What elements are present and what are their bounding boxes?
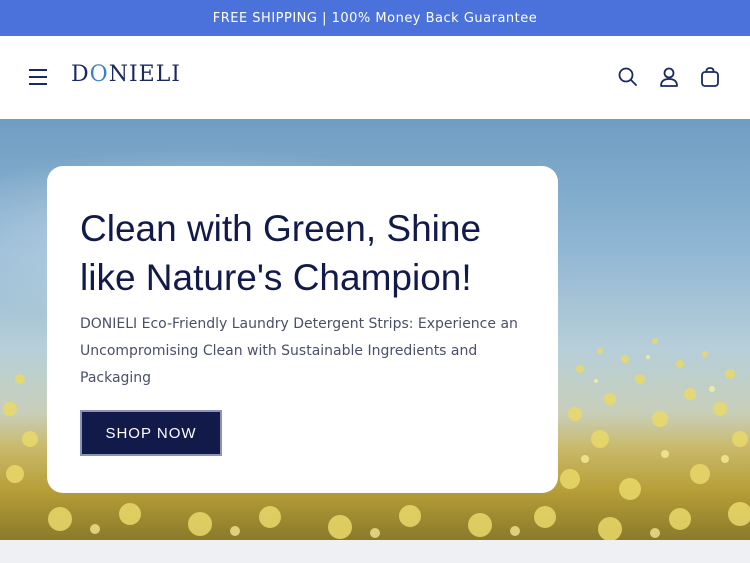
logo-letters-rest: NIELI xyxy=(108,62,181,87)
announcement-bar: FREE SHIPPING | 100% Money Back Guarante… xyxy=(0,0,750,36)
logo-letter-o: O xyxy=(89,62,109,87)
hero-card: Clean with Green, Shine like Nature's Ch… xyxy=(47,166,558,493)
hero-description: DONIELI Eco-Friendly Laundry Detergent S… xyxy=(80,316,518,386)
account-icon[interactable] xyxy=(658,66,680,88)
hamburger-menu-icon[interactable] xyxy=(29,68,49,86)
announcement-text: FREE SHIPPING | 100% Money Back Guarante… xyxy=(212,10,538,26)
cart-icon[interactable] xyxy=(699,66,721,88)
shop-now-button[interactable]: SHOP NOW xyxy=(80,410,222,456)
brand-logo[interactable]: DONIELI xyxy=(71,62,181,87)
hero-headline: Clean with Green, Shine like Nature's Ch… xyxy=(80,208,482,298)
search-icon[interactable] xyxy=(617,66,639,88)
hero-banner: Clean with Green, Shine like Nature's Ch… xyxy=(0,119,750,540)
site-header: DONIELI xyxy=(0,36,750,119)
logo-letter-d: D xyxy=(71,62,90,87)
